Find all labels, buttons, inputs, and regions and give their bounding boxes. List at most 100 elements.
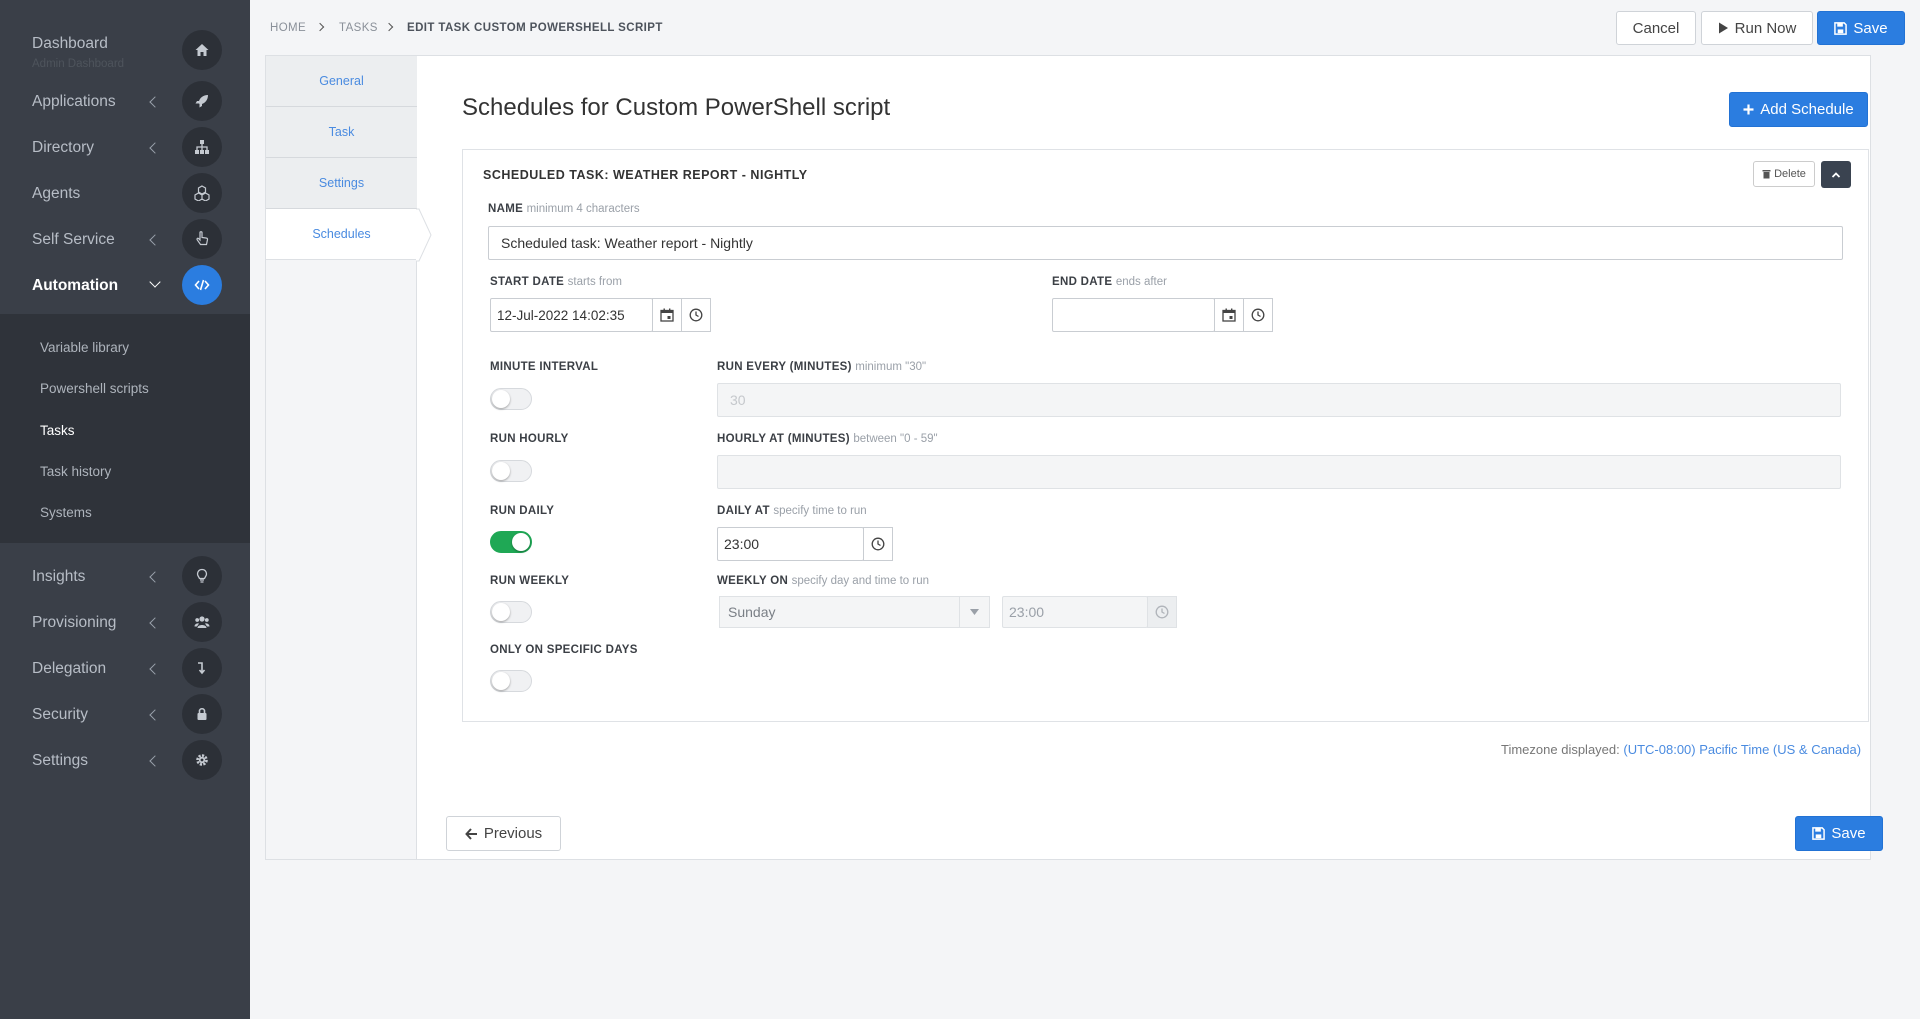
tab-settings[interactable]: Settings — [266, 158, 417, 209]
end-date-hint: ends after — [1115, 276, 1167, 288]
nav-insights[interactable]: Insights — [0, 553, 250, 599]
nav-delegation-label: Delegation — [32, 660, 107, 677]
save-button-bottom[interactable]: Save — [1795, 816, 1883, 851]
specific-days-toggle[interactable] — [490, 670, 532, 692]
previous-button[interactable]: Previous — [446, 816, 561, 851]
chevron-left-icon — [149, 234, 161, 246]
tab-schedules[interactable]: Schedules — [266, 209, 417, 260]
tab-general[interactable]: General — [266, 56, 417, 107]
run-now-button[interactable]: Run Now — [1701, 11, 1813, 45]
run-hourly-toggle[interactable] — [490, 460, 532, 482]
cubes-icon — [182, 173, 222, 213]
weekly-time-input[interactable]: 23:00 — [1002, 596, 1148, 628]
nav-automation[interactable]: Automation — [0, 262, 250, 308]
delete-schedule-button[interactable]: Delete — [1753, 161, 1815, 187]
weekly-on-label-text: WEEKLY ON — [717, 575, 789, 587]
nav-applications-label: Applications — [32, 93, 116, 110]
hourly-at-hint: between "0 - 59" — [853, 433, 938, 445]
nav-self-service-label: Self Service — [32, 231, 115, 248]
cancel-button[interactable]: Cancel — [1616, 11, 1696, 45]
weekly-day-select[interactable]: Sunday — [719, 596, 990, 628]
nav-settings-label: Settings — [32, 752, 89, 769]
vertical-tabs: General Task Settings Schedules — [266, 56, 417, 859]
start-time-button[interactable] — [681, 298, 711, 332]
toggle-knob — [492, 462, 510, 480]
breadcrumb-home[interactable]: HOME — [270, 22, 306, 34]
toggle-knob — [492, 603, 510, 621]
end-date-label-text: END DATE — [1052, 276, 1113, 288]
nav-settings[interactable]: Settings — [0, 737, 250, 783]
nav-insights-label: Insights — [32, 568, 86, 585]
end-date-input[interactable] — [1052, 298, 1215, 332]
name-label: NAME minimum 4 characters — [488, 203, 640, 215]
play-icon — [1718, 22, 1728, 34]
minute-interval-label: MINUTE INTERVAL — [490, 361, 599, 373]
daily-at-input[interactable]: 23:00 — [717, 527, 864, 561]
run-every-label-text: RUN EVERY (MINUTES) — [717, 361, 852, 373]
add-schedule-button[interactable]: Add Schedule — [1729, 92, 1868, 127]
plus-icon — [1743, 104, 1754, 115]
name-input[interactable]: Scheduled task: Weather report - Nightly — [488, 226, 1843, 260]
end-time-button[interactable] — [1243, 298, 1273, 332]
collapse-button[interactable] — [1821, 161, 1851, 188]
run-daily-toggle[interactable] — [490, 531, 532, 553]
timezone-info: Timezone displayed: (UTC-08:00) Pacific … — [1501, 742, 1861, 757]
nav-directory[interactable]: Directory — [0, 124, 250, 170]
name-label-text: NAME — [488, 203, 524, 215]
end-calendar-button[interactable] — [1214, 298, 1244, 332]
delete-button-label: Delete — [1774, 168, 1806, 180]
start-date-label-text: START DATE — [490, 276, 565, 288]
toggle-knob — [512, 533, 530, 551]
timezone-link[interactable]: (UTC-08:00) Pacific Time (US & Canada) — [1623, 742, 1861, 757]
timezone-prefix: Timezone displayed: — [1501, 742, 1620, 757]
caret-down-icon — [959, 597, 989, 627]
nav-delegation[interactable]: Delegation — [0, 645, 250, 691]
run-now-button-label: Run Now — [1734, 19, 1797, 37]
save-button-top[interactable]: Save — [1817, 11, 1905, 45]
weekly-day-value: Sunday — [728, 604, 776, 620]
previous-button-label: Previous — [483, 825, 543, 842]
toggle-knob — [492, 390, 510, 408]
start-date-input[interactable]: 12-Jul-2022 14:02:35 — [490, 298, 653, 332]
run-every-hint: minimum "30" — [855, 361, 927, 373]
chevron-left-icon — [149, 755, 161, 767]
submenu-variable-library[interactable]: Variable library — [40, 340, 129, 355]
nav-security[interactable]: Security — [0, 691, 250, 737]
run-weekly-toggle[interactable] — [490, 601, 532, 623]
save-button-top-label: Save — [1853, 19, 1888, 37]
run-every-input[interactable]: 30 — [717, 383, 1841, 417]
hourly-at-label: HOURLY AT (MINUTES) between "0 - 59" — [717, 433, 938, 445]
nav-agents[interactable]: Agents — [0, 170, 250, 216]
start-calendar-button[interactable] — [652, 298, 682, 332]
nav-applications[interactable]: Applications — [0, 78, 250, 124]
chevron-right-icon — [315, 22, 325, 32]
active-tab-pointer — [416, 208, 432, 262]
breadcrumb-current: EDIT TASK CUSTOM POWERSHELL SCRIPT — [407, 22, 663, 34]
nav-self-service[interactable]: Self Service — [0, 216, 250, 262]
schedule-panel-title: SCHEDULED TASK: WEATHER REPORT - NIGHTLY — [483, 168, 808, 182]
lightbulb-icon — [182, 556, 222, 596]
chevron-up-icon — [1831, 171, 1841, 178]
tab-task[interactable]: Task — [266, 107, 417, 158]
save-button-bottom-label: Save — [1831, 825, 1866, 842]
trash-icon — [1762, 170, 1771, 179]
nav-provisioning[interactable]: Provisioning — [0, 599, 250, 645]
submenu-powershell-scripts[interactable]: Powershell scripts — [40, 381, 149, 396]
daily-time-button[interactable] — [863, 527, 893, 561]
submenu-tasks[interactable]: Tasks — [40, 423, 75, 438]
breadcrumb-tasks[interactable]: TASKS — [339, 22, 378, 34]
minute-interval-toggle[interactable] — [490, 388, 532, 410]
weekly-time-button[interactable] — [1147, 596, 1177, 628]
sidebar: Dashboard Admin Dashboard Applications D… — [0, 0, 250, 1019]
submenu-task-history[interactable]: Task history — [40, 464, 111, 479]
clock-icon — [1155, 605, 1169, 619]
weekly-on-hint: specify day and time to run — [791, 575, 930, 587]
nav-dashboard[interactable]: Dashboard Admin Dashboard — [0, 21, 250, 70]
end-date-label: END DATE ends after — [1052, 276, 1167, 288]
lock-icon — [182, 694, 222, 734]
daily-at-label-text: DAILY AT — [717, 505, 770, 517]
chevron-left-icon — [149, 617, 161, 629]
submenu-systems[interactable]: Systems — [40, 505, 92, 520]
hourly-at-input[interactable] — [717, 455, 1841, 489]
add-schedule-button-label: Add Schedule — [1760, 101, 1854, 118]
